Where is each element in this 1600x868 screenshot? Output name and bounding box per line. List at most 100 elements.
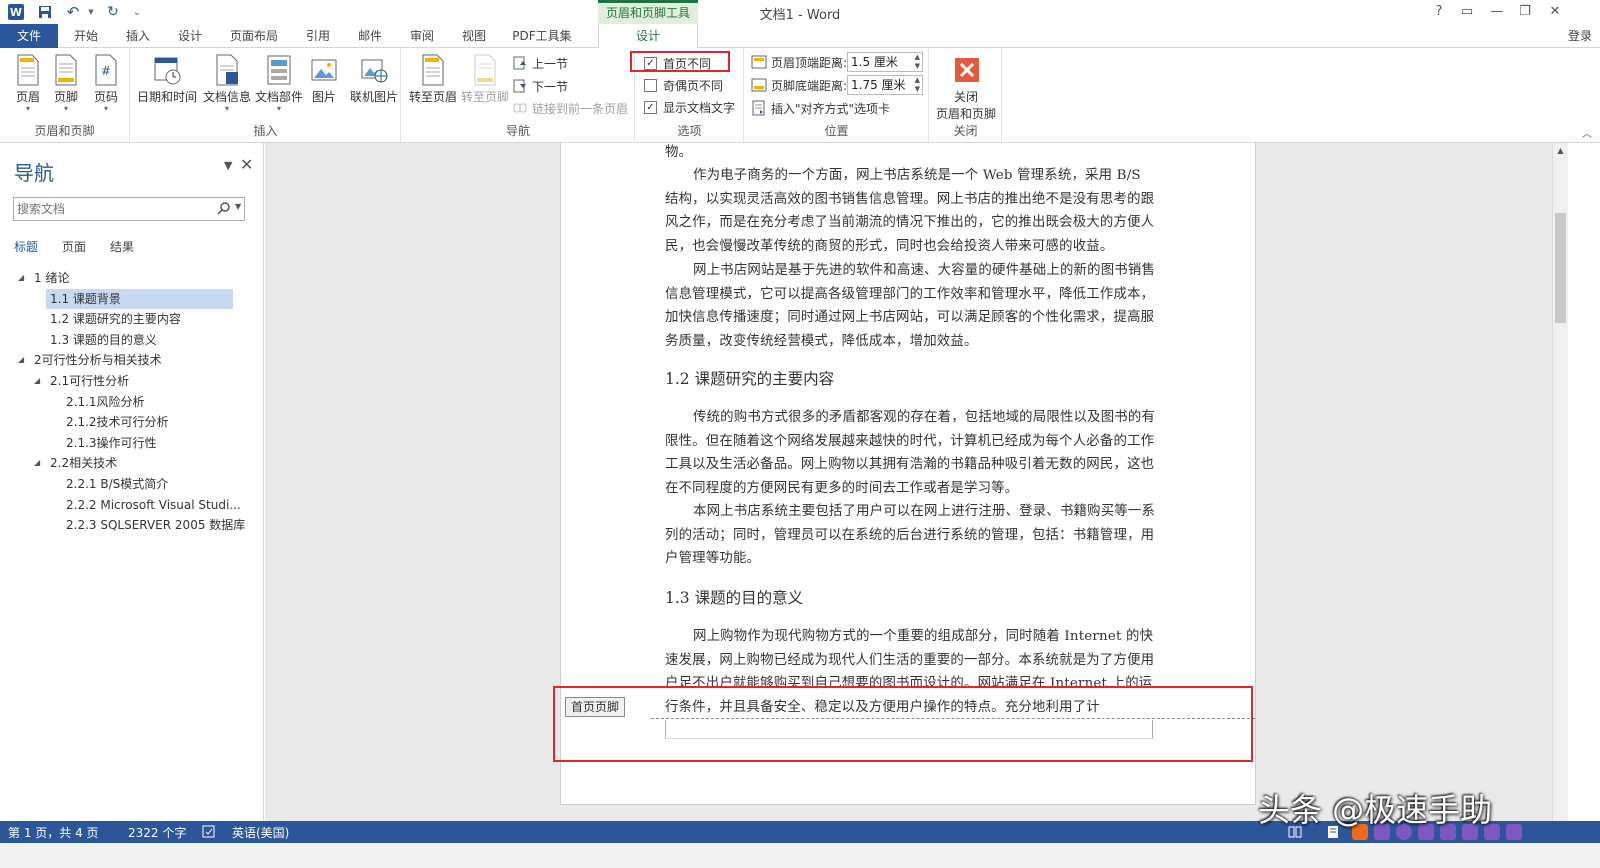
goto-footer-button[interactable]: 转至页脚 (456, 54, 514, 116)
login-link[interactable]: 登录 (1568, 27, 1592, 44)
skin-icon[interactable] (1506, 824, 1522, 840)
nav-tree-item[interactable]: 1.1 课题背景 (46, 288, 233, 309)
nav-tree-item[interactable]: 2.1可行性分析 (46, 371, 129, 391)
ribbon: 页眉 ▾ 页脚 ▾ # 页码 ▾ 页眉和页脚 日期和时间 文档信息 ▾ 文档部件… (0, 48, 1600, 143)
help-button[interactable]: ? (1426, 2, 1452, 22)
footer-area[interactable] (665, 738, 1153, 739)
nav-tree-item[interactable]: 2.2.1 B/S模式简介 (62, 474, 168, 494)
nav-tab-headings[interactable]: 标题 (14, 238, 38, 255)
tab-design[interactable]: 设计 (172, 24, 208, 48)
paragraph-tail[interactable]: 物。 (665, 143, 1157, 165)
nav-tree-item[interactable]: 2.2.2 Microsoft Visual Studi... (62, 495, 241, 515)
nav-tree-item[interactable]: 2.1.2技术可行分析 (62, 412, 169, 432)
vertical-scrollbar[interactable]: ▲ (1552, 143, 1568, 821)
scroll-thumb[interactable] (1555, 213, 1566, 323)
nav-tree-item[interactable]: 2.1.3操作可行性 (62, 433, 157, 453)
minimize-button[interactable]: — (1484, 2, 1510, 22)
chevron-down-icon: ▾ (103, 104, 108, 113)
close-x-icon (955, 58, 979, 82)
paragraph[interactable]: 网上购物作为现代购物方式的一个重要的组成部分，同时随着 Internet 的快速… (665, 625, 1157, 718)
nav-tree-item[interactable]: 1 绪论 (30, 268, 69, 288)
online-picture-button[interactable]: 联机图片 (343, 54, 405, 116)
tab-header-footer-design[interactable]: 设计 (598, 24, 698, 49)
close-header-footer-button[interactable]: 关闭 页眉和页脚 (932, 54, 1000, 121)
nav-search-input[interactable] (13, 197, 245, 221)
date-time-button[interactable]: 日期和时间 (135, 54, 199, 116)
nav-tab-pages[interactable]: 页面 (62, 238, 86, 255)
nav-tree-item[interactable]: 1.3 课题的目的意义 (46, 330, 157, 350)
collapse-ribbon-icon[interactable]: ︿ (1582, 125, 1592, 140)
link-to-previous-button[interactable]: 链接到前一条页眉 (512, 98, 628, 118)
picture-icon (311, 59, 337, 81)
paragraph[interactable]: 作为电子商务的一个方面，网上书店系统是一个 Web 管理系统，采用 B/S 结构… (665, 164, 1157, 258)
undo-icon[interactable]: ↶ (64, 3, 82, 21)
scroll-up-icon[interactable]: ▲ (1553, 143, 1568, 158)
different-first-page-checkbox[interactable]: ✓ 首页不同 (644, 53, 711, 73)
search-icon[interactable] (216, 201, 232, 217)
header-top-spinner[interactable]: 1.5 厘米 ▲ ▼ (847, 52, 923, 72)
insert-alignment-tab-button[interactable]: 插入"对齐方式"选项卡 (751, 98, 890, 118)
tab-review[interactable]: 审阅 (404, 24, 440, 48)
page-number-icon: # (95, 54, 117, 86)
nav-close-icon[interactable]: ✕ (240, 155, 253, 174)
group-position: 页眉顶端距离: 1.5 厘米 ▲ ▼ 页脚底端距离: 1.75 厘米 ▲ ▼ 插入"对齐… (745, 48, 929, 143)
nav-tree-item[interactable]: 2可行性分析与相关技术 (30, 350, 162, 370)
tab-view[interactable]: 视图 (456, 24, 492, 48)
group-label-insert: 插入 (253, 124, 278, 138)
footer-bottom-spinner[interactable]: 1.75 厘米 ▲ ▼ (847, 75, 923, 95)
spin-arrows-icon[interactable]: ▲ ▼ (915, 53, 920, 71)
tab-mailings[interactable]: 邮件 (352, 24, 388, 48)
tab-references[interactable]: 引用 (300, 24, 336, 48)
undo-dropdown-icon[interactable]: ▼ (82, 3, 100, 21)
tab-pdf-tools[interactable]: PDF工具集 (506, 24, 578, 48)
nav-options-icon[interactable]: ▼ (224, 159, 232, 172)
nav-tree-item[interactable]: 1.2 课题研究的主要内容 (46, 309, 181, 329)
link-icon (513, 103, 527, 113)
page-number-button[interactable]: # 页码 ▾ (78, 54, 134, 116)
collapse-triangle-icon[interactable]: ◢ (18, 355, 24, 364)
goto-header-button[interactable]: 转至页眉 (404, 54, 462, 116)
paragraph[interactable]: 网上书店网站是基于先进的软件和高速、大容量的硬件基础上的新的图书销售信息管理模式… (665, 259, 1157, 353)
save-icon[interactable] (36, 3, 54, 21)
document-page[interactable]: 物。 作为电子商务的一个方面，网上书店系统是一个 Web 管理系统，采用 B/S… (560, 143, 1256, 805)
tab-home[interactable]: 开始 (68, 24, 104, 48)
maximize-button[interactable]: ❐ (1512, 2, 1538, 22)
word-logo-icon[interactable]: W (8, 4, 24, 20)
tab-insert[interactable]: 插入 (120, 24, 156, 48)
collapse-triangle-icon[interactable]: ◢ (34, 458, 40, 467)
tab-file[interactable]: 文件 (0, 24, 58, 48)
heading-1-3[interactable]: 1.3 课题的目的意义 (665, 586, 803, 608)
language[interactable]: 英语(美国) (232, 824, 289, 841)
page-number-label: 页码 (93, 90, 118, 104)
checkbox-icon (644, 78, 657, 92)
paragraph[interactable]: 传统的购书方式很多的矛盾都客观的存在着，包括地域的局限性以及图书的有限性。但在随… (665, 406, 1157, 500)
search-dropdown-icon[interactable]: ▼ (235, 202, 241, 211)
nav-tree-item[interactable]: 2.2.3 SQLSERVER 2005 数据库 (62, 515, 245, 535)
group-insert: 日期和时间 文档信息 ▾ 文档部件 ▾ 图片 联机图片 插入 (131, 48, 401, 143)
show-document-text-checkbox[interactable]: ✓ 显示文档文字 (644, 97, 735, 117)
collapse-triangle-icon[interactable]: ◢ (34, 376, 40, 385)
doc-info-button[interactable]: 文档信息 ▾ (199, 54, 255, 116)
page-count[interactable]: 第 1 页，共 4 页 (8, 824, 99, 841)
nav-tree-item[interactable]: 2.1.1风险分析 (62, 392, 145, 412)
customize-qat-icon[interactable]: ⌄ (128, 3, 146, 21)
close-button[interactable]: ✕ (1542, 2, 1568, 22)
svg-text:#: # (101, 64, 111, 78)
footer-bottom-value: 1.75 厘米 (851, 78, 906, 92)
collapse-triangle-icon[interactable]: ◢ (18, 273, 24, 282)
goto-header-icon (422, 54, 444, 86)
previous-section-button[interactable]: 上一节 (512, 53, 568, 73)
spin-arrows-icon[interactable]: ▲ ▼ (915, 76, 920, 94)
next-section-button[interactable]: 下一节 (512, 76, 568, 96)
redo-icon[interactable]: ↻ (104, 3, 122, 21)
nav-tree-item[interactable]: 2.2相关技术 (46, 453, 117, 473)
tab-page-layout[interactable]: 页面布局 (224, 24, 284, 48)
word-count[interactable]: 2322 个字 (128, 824, 186, 841)
nav-tab-results[interactable]: 结果 (110, 238, 134, 255)
ribbon-display-button[interactable]: ▭ (1454, 2, 1480, 22)
paragraph[interactable]: 本网上书店系统主要包括了用户可以在网上进行注册、登录、书籍购买等一系列的活动；同… (665, 500, 1157, 571)
heading-1-2[interactable]: 1.2 课题研究的主要内容 (665, 367, 834, 389)
nav-tree-label: 2.2.2 Microsoft Visual Studi... (66, 497, 241, 512)
different-odd-even-checkbox[interactable]: 奇偶页不同 (644, 75, 723, 95)
proofing-icon[interactable] (202, 825, 216, 839)
